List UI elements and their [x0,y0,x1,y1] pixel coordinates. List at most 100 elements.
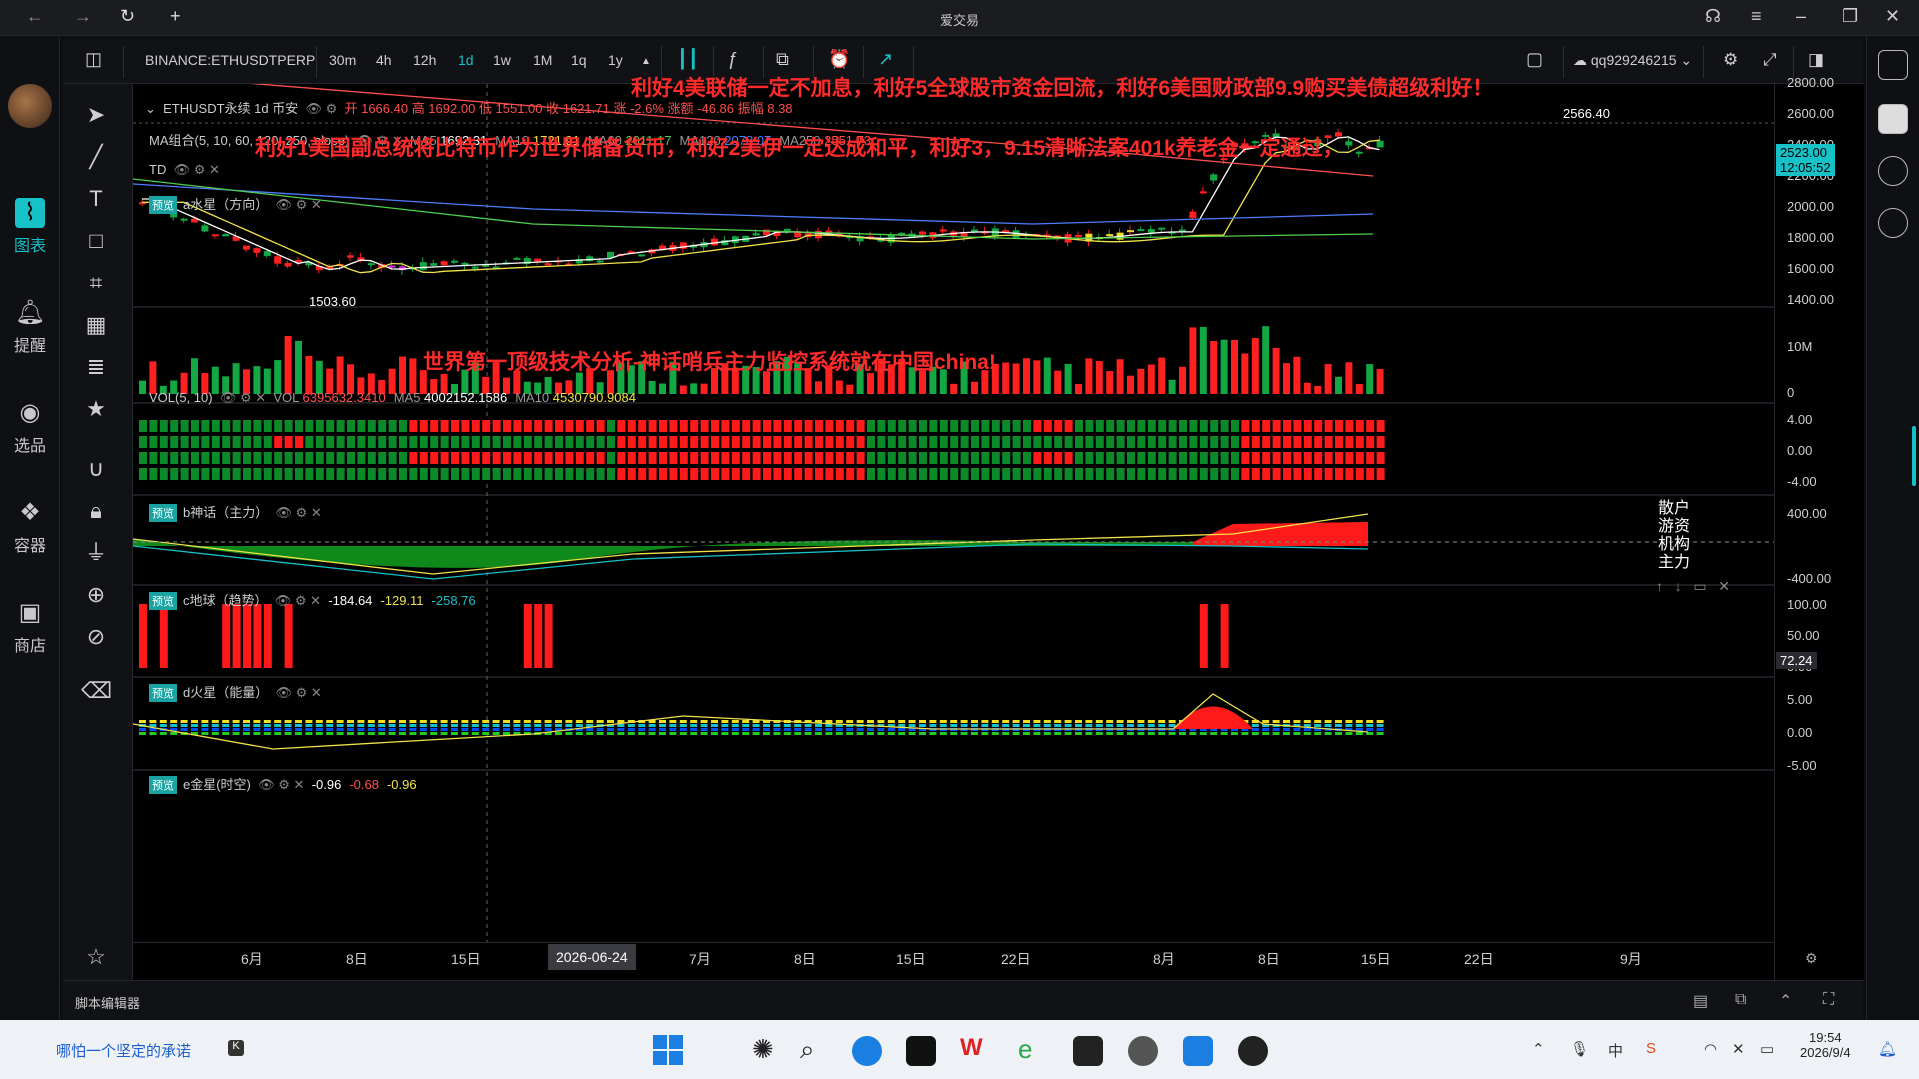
gear-icon[interactable]: ⚙ [296,685,308,700]
app-icon-chat[interactable] [852,1036,882,1066]
close-icon[interactable]: ✕ [294,777,305,792]
gear-icon[interactable]: ⚙ [194,162,206,177]
new-window-icon[interactable]: ⧉ [1735,991,1746,1009]
app-icon-chrome[interactable] [1128,1036,1158,1066]
symbol-selector[interactable]: BINANCE:ETHUSDTPERP [145,52,315,68]
sidebar-item-chart[interactable]: ⌇ 图表 [0,198,60,256]
ime-icon[interactable]: 中 [1608,1040,1623,1061]
replay-icon[interactable]: ↗ [878,49,893,70]
crop-icon[interactable]: ⌗ [81,268,111,298]
headset-icon[interactable]: ☊ [1705,6,1721,27]
interval-more-icon[interactable]: ▲ [641,56,651,67]
keyboard-icon[interactable]: K [228,1040,244,1056]
eye-icon[interactable]: 👁︎ [275,505,292,520]
magnet-icon[interactable]: ∪ [81,454,111,484]
maximize-icon[interactable]: ⛶ [1823,991,1834,1009]
eye-icon[interactable]: 👁︎ [174,162,191,177]
gear-icon[interactable]: ⚙ [296,505,308,520]
gear-icon[interactable]: ⚙ [295,593,307,608]
restore-icon[interactable]: ❐ [1842,6,1858,27]
minimize-icon[interactable]: – [1796,6,1806,27]
eye-icon[interactable]: 👁︎ [275,197,292,212]
fullscreen-box-icon[interactable]: ▢ [1526,49,1543,70]
app-icon-media[interactable] [1073,1036,1103,1066]
panel-toggle-icon[interactable]: ◨ [1808,50,1824,70]
cursor-icon[interactable]: ➤ [81,100,111,130]
sidebar-item-container[interactable]: ❖ 容器 [0,498,60,556]
candle-type-icon[interactable]: ┃┃ [677,49,699,70]
compare-icon[interactable]: ⧉ [776,49,789,70]
rectangle-icon[interactable]: □ [81,226,111,256]
chevron-up-icon[interactable]: ⌃ [1779,991,1792,1011]
app-icon-qq[interactable] [1238,1036,1268,1066]
interval-1d[interactable]: 1d [458,52,474,68]
watchlist-icon[interactable] [1878,50,1908,80]
panel-scrollbar[interactable] [1912,426,1916,486]
sidebar-item-alert[interactable]: 🔔︎ 提醒 [0,298,60,356]
eraser-icon[interactable]: ⌫ [81,676,112,706]
save-icon[interactable]: ▤ [1693,991,1708,1011]
close-icon[interactable]: ✕ [209,162,220,177]
pane-close-icon[interactable]: ✕ [1718,578,1730,594]
layout-toggle-icon[interactable]: ◫ [85,49,102,70]
app-icon-wps[interactable]: W [960,1034,983,1062]
menu-icon[interactable]: ≡ [1751,6,1762,27]
close-icon[interactable]: ✕ [311,685,322,700]
x-axis[interactable]: 6月 8日 15日 2026-06-24 7月 8日 15日 22日 8月 8日… [133,942,1774,980]
expand-icon[interactable]: ⤢ [1763,50,1777,70]
pane-up-icon[interactable]: ↑ [1656,578,1663,594]
app-icon-tiktok[interactable] [906,1036,936,1066]
star-icon[interactable]: ★ [81,394,111,424]
text-tool-icon[interactable]: T [81,184,111,214]
target-icon[interactable]: ⊕ [81,580,111,610]
chart-canvas[interactable]: ⌄ ETHUSDT永续 1d 币安 👁︎ ⚙ 开 1666.40 高 1692.… [133,77,1774,980]
favorite-star-icon[interactable]: ☆ [81,942,111,972]
close-icon[interactable]: ✕ [1885,6,1900,27]
eye-icon[interactable]: 👁︎ [275,593,292,608]
taskbar-slogan[interactable]: 哪怕一个坚定的承诺 [56,1040,191,1061]
eye-icon[interactable]: 👁︎ [305,101,322,116]
eye-icon[interactable]: 👁︎ [220,390,237,405]
clock[interactable]: 19:54 2026/9/4 [1800,1030,1851,1060]
sync-icon[interactable] [1878,156,1908,186]
interval-12h[interactable]: 12h [413,52,436,68]
sidebar-item-screener[interactable]: ◉ 选品 [0,398,60,456]
close-icon[interactable]: ✕ [310,593,321,608]
interval-4h[interactable]: 4h [376,52,392,68]
settings-icon[interactable]: ⚙ [1723,50,1738,70]
gear-icon[interactable]: ⚙ [240,390,252,405]
close-icon[interactable]: ✕ [311,197,322,212]
clock-icon[interactable] [1878,208,1908,238]
close-icon[interactable]: ✕ [255,390,266,405]
app-icon-swirl[interactable]: ✺ [752,1034,774,1065]
volume-muted-icon[interactable]: ✕ [1732,1040,1745,1058]
battery-icon[interactable]: ▭ [1760,1040,1774,1058]
windows-start-icon[interactable] [653,1035,683,1065]
eye-icon[interactable]: 👁︎ [275,685,292,700]
lock-icon[interactable]: 🔒︎ [81,496,111,526]
y-axis-column[interactable]: 2800.002600.002400.002200.002000.001800.… [1774,75,1864,980]
pane-down-icon[interactable]: ↓ [1675,578,1682,594]
app-icon-k[interactable] [1183,1036,1213,1066]
collapse-icon[interactable]: ⌄ [145,101,156,116]
gear-icon[interactable]: ⚙ [278,777,290,792]
interval-1q[interactable]: 1q [571,52,587,68]
notification-icon[interactable]: 🔔︎ [1878,1040,1897,1058]
sidebar-item-shop[interactable]: ▣ 商店 [0,598,60,656]
app-icon-browser[interactable]: e [1018,1034,1032,1065]
close-icon[interactable]: ✕ [311,505,322,520]
interval-1M[interactable]: 1M [533,52,552,68]
play-icon[interactable] [1878,104,1908,134]
script-editor-tab[interactable]: 脚本编辑器 [75,993,140,1012]
wifi-icon[interactable]: ◠ [1704,1040,1717,1058]
chevron-up-icon[interactable]: ⌃ [1532,1040,1545,1058]
search-icon[interactable]: ⌕ [800,1034,815,1066]
indicator-icon[interactable]: ƒ [728,49,738,70]
user-account[interactable]: ☁ qq929246215 ⌄ [1573,52,1692,69]
interval-1y[interactable]: 1y [608,52,623,68]
gear-icon[interactable]: ⚙ [326,101,338,116]
app-tray-icon[interactable]: S [1646,1040,1656,1057]
axis-settings-icon[interactable]: ⚙ [1805,950,1818,967]
grid-icon[interactable]: ▦ [81,310,111,340]
interval-1w[interactable]: 1w [493,52,511,68]
